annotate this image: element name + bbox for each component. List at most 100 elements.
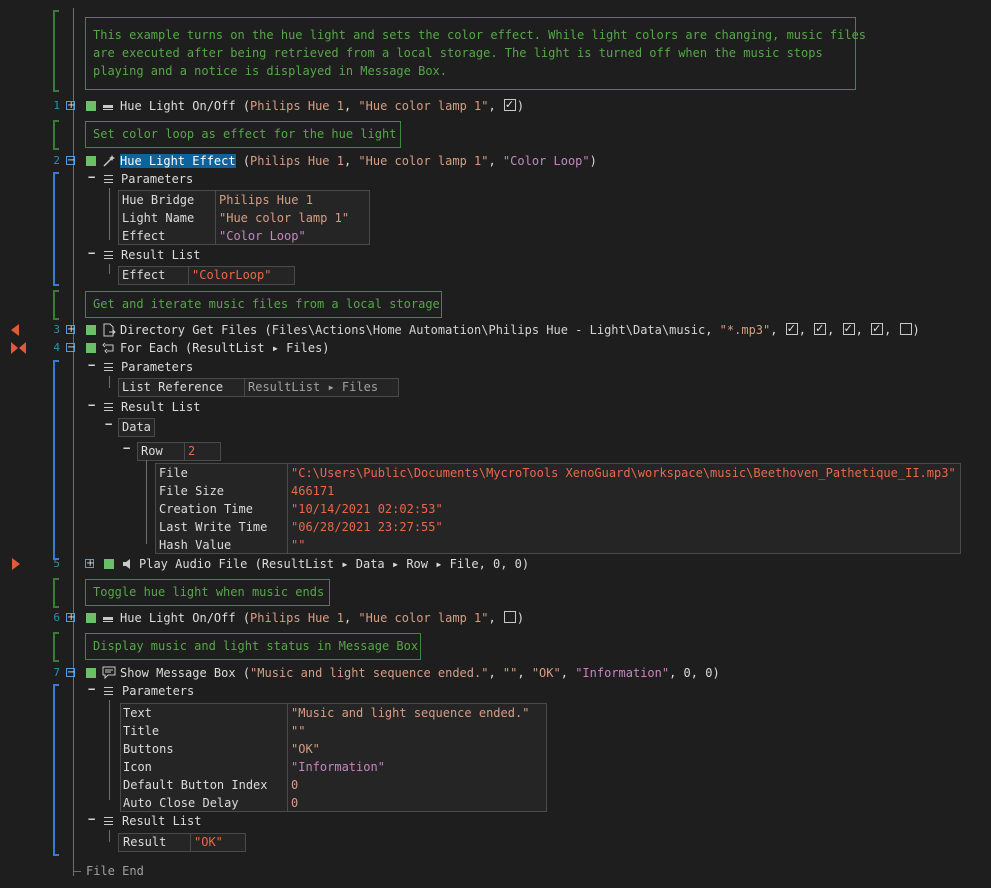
result-list-header: Result List [121, 248, 201, 262]
step2-name: Hue Light Effect [120, 154, 236, 168]
tree-guide [146, 460, 147, 544]
param-label: Icon [123, 760, 152, 774]
line-number-3: 3 [53, 323, 60, 336]
step7-title: "" [502, 666, 518, 680]
parameters-header: Parameters [122, 684, 195, 698]
magic-wand-icon [103, 155, 115, 167]
step3-path: Files\Actions\Home Automation\Philips Hu… [271, 323, 706, 337]
collapse-icon[interactable]: − [88, 812, 95, 826]
paren: ) [516, 611, 525, 625]
result-value[interactable]: "OK" [194, 833, 223, 851]
field-value[interactable]: 466171 [291, 482, 334, 500]
comma: , [488, 666, 503, 680]
param-value[interactable]: Philips Hue 1 [219, 191, 313, 209]
collapse-icon[interactable]: − [88, 246, 95, 260]
step3-checkbox-3[interactable] [842, 320, 855, 338]
collapse-icon[interactable]: − [123, 441, 130, 455]
paren: ( [235, 99, 251, 113]
param-label: Hue Bridge [122, 193, 195, 207]
step6-checkbox[interactable] [503, 611, 516, 623]
speaker-icon [123, 559, 130, 569]
expand-icon[interactable]: + [66, 325, 75, 335]
result-value[interactable]: "ColorLoop" [192, 266, 271, 284]
params-table: Hue Bridge Philips Hue 1 Light Name "Hue… [118, 190, 370, 245]
collapse-icon[interactable]: − [88, 358, 95, 372]
tree-guide [109, 188, 110, 240]
tree-guide [109, 376, 110, 388]
step3-checkbox-4[interactable] [871, 320, 884, 338]
collapse-icon[interactable]: − [88, 170, 95, 184]
parameters-header: Parameters [121, 172, 194, 186]
step1-name: Hue Light On/Off [120, 99, 236, 113]
step3-checkbox-5[interactable] [899, 323, 912, 335]
param-label: Effect [122, 229, 166, 243]
field-value[interactable]: "C:\Users\Public\Documents\MycroTools Xe… [291, 464, 956, 482]
step7-buttons: "OK" [531, 666, 561, 680]
result-list-header: Result List [122, 814, 202, 828]
step2-line[interactable]: Hue Light Effect (Philips Hue 1, "Hue co… [120, 152, 597, 170]
comment-step2[interactable]: Set color loop as effect for the hue lig… [85, 121, 401, 148]
step3-pattern: "*.mp3" [719, 323, 771, 337]
row-node[interactable]: Row 2 [137, 442, 221, 461]
collapse-icon[interactable]: − [66, 668, 75, 678]
step7-bracket [53, 684, 59, 856]
field-value[interactable]: "" [291, 536, 305, 554]
param-value[interactable]: "Music and light sequence ended." [291, 704, 529, 722]
comment-step3[interactable]: Get and iterate music files from a local… [85, 291, 442, 318]
data-node[interactable]: Data [118, 418, 155, 437]
result-list-header: Result List [121, 400, 201, 414]
field-label: Creation Time [159, 502, 253, 516]
field-label: File Size [159, 484, 225, 498]
expand-icon[interactable]: + [85, 559, 94, 569]
step7-text: "Music and light sequence ended." [250, 666, 489, 680]
step2-bracket [53, 172, 59, 286]
step3-line[interactable]: Directory Get Files (Files\Actions\Home … [120, 320, 920, 339]
step1-checkbox[interactable] [503, 96, 516, 114]
row-label: Row [141, 444, 163, 458]
param-value[interactable]: "Color Loop" [219, 227, 306, 245]
collapse-icon[interactable]: − [88, 398, 95, 412]
comment-step7[interactable]: Display music and light status in Messag… [85, 633, 421, 660]
paren: ( [235, 154, 251, 168]
breakpoint-range-icon[interactable] [11, 342, 27, 354]
field-value[interactable]: "10/14/2021 02:02:53" [291, 500, 443, 518]
param-value[interactable]: "OK" [291, 740, 320, 758]
param-label: List Reference [122, 380, 224, 394]
current-step-arrow-icon[interactable] [12, 558, 22, 570]
comma: , [343, 611, 359, 625]
expand-icon[interactable]: + [66, 101, 75, 111]
collapse-icon[interactable]: − [88, 682, 95, 696]
param-label: Title [123, 724, 160, 738]
step3-checkbox-1[interactable] [785, 320, 798, 338]
param-value[interactable]: 0 [291, 794, 298, 812]
param-value[interactable]: 0 [291, 776, 298, 794]
step5-line[interactable]: Play Audio File (ResultList ▸ Data ▸ Row… [139, 555, 529, 573]
param-value[interactable]: ResultList ▸ Files [248, 378, 378, 396]
comment-bracket [53, 578, 59, 608]
comment-bracket [53, 632, 59, 662]
comment-intro[interactable]: This example turns on the hue light and … [85, 17, 866, 90]
collapse-icon[interactable]: − [105, 417, 112, 431]
step3-checkbox-2[interactable] [814, 320, 827, 338]
field-value[interactable]: "06/28/2021 23:27:55" [291, 518, 443, 536]
step4-args: (ResultList ▸ Files) [177, 341, 330, 355]
param-label: Auto Close Delay [123, 796, 239, 810]
step7-line[interactable]: Show Message Box ("Music and light seque… [120, 664, 720, 682]
line-number-5: 5 [53, 557, 60, 570]
list-icon [104, 687, 113, 695]
param-label: Light Name [122, 211, 195, 225]
data-label: Data [122, 420, 151, 434]
comment-step6[interactable]: Toggle hue light when music ends [85, 579, 330, 606]
collapse-icon[interactable]: − [66, 156, 75, 166]
expand-icon[interactable]: + [66, 613, 75, 623]
collapse-icon[interactable]: − [66, 343, 75, 353]
param-value[interactable]: "Hue color lamp 1" [219, 209, 349, 227]
breakpoint-left-icon[interactable] [11, 324, 21, 336]
param-value[interactable]: "Information" [291, 758, 385, 776]
param-value[interactable]: "" [291, 722, 305, 740]
step4-line[interactable]: For Each (ResultList ▸ Files) [120, 339, 330, 357]
step4-bracket [53, 360, 59, 560]
message-box-icon [102, 666, 116, 680]
step1-line[interactable]: Hue Light On/Off (Philips Hue 1, "Hue co… [120, 96, 524, 115]
step6-line[interactable]: Hue Light On/Off (Philips Hue 1, "Hue co… [120, 609, 524, 627]
